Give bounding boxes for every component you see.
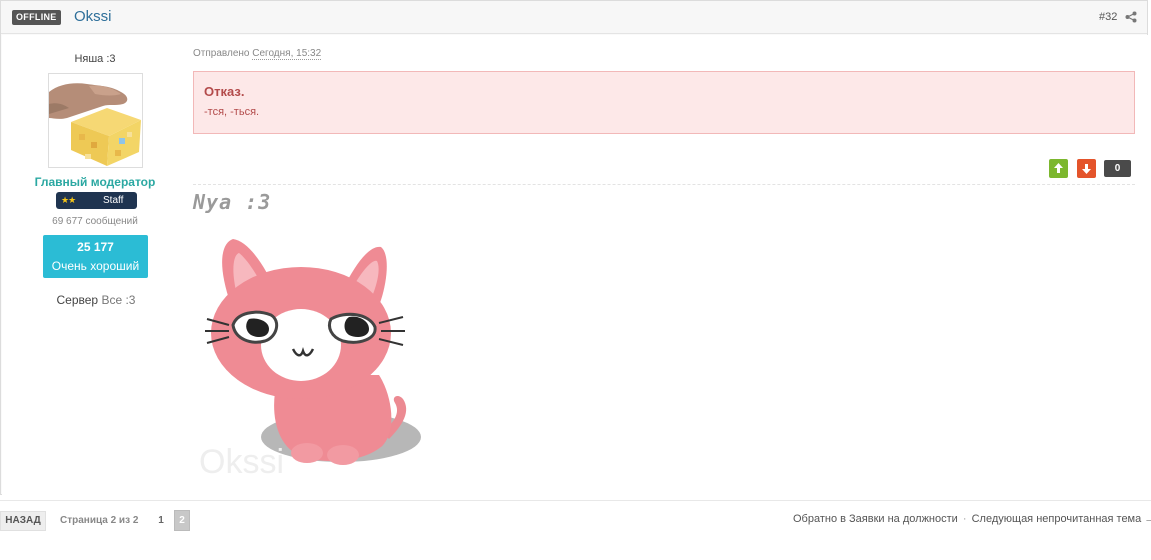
page-info: Страница 2 из 2 [60,515,139,526]
back-to-forum-link[interactable]: Обратно в Заявки на должности [793,513,958,525]
footer-separator: · [962,513,967,525]
server-value: Все :3 [101,293,136,307]
footer-links: Обратно в Заявки на должности · Следующа… [793,513,1151,525]
user-title: Няша :3 [74,53,116,65]
sent-line: Отправлено Сегодня, 15:32 [193,48,322,60]
messages-count: 69 677 сообщений [52,216,138,227]
post-content: Отправлено Сегодня, 15:32 Отказ. -тся, -… [193,35,1135,495]
status-badge: OFFLINE [12,10,61,25]
server-line: Сервер Все :3 [2,293,190,307]
reputation-label: Очень хороший [51,259,140,273]
vote-up-button[interactable] [1049,159,1068,178]
page-footer: НАЗАД Страница 2 из 2 1 2 Обратно в Заяв… [0,496,1151,560]
signature-text: Nya :3 [193,190,272,214]
page-current-2: 2 [174,510,190,531]
post-header: OFFLINE Okssi #32 [1,1,1147,34]
share-icon[interactable] [1125,11,1137,23]
user-role: Главный модератор [34,175,156,189]
avatar-hand-cake-icon [49,83,141,166]
vote-count: 0 [1104,160,1131,177]
reputation-box[interactable]: 25 177 Очень хороший [43,235,148,278]
footer-divider [0,500,1151,501]
reputation-value: 25 177 [77,240,114,254]
refusal-box: Отказ. -тся, -ться. [193,71,1135,134]
arrow-up-icon [1054,163,1063,173]
signature-divider [193,184,1135,185]
post: OFFLINE Okssi #32 Няша :3 Главный модера… [0,0,1148,495]
post-body: Няша :3 Главный модератор ★★ Staff 69 67… [2,35,1148,495]
avatar[interactable] [48,73,143,168]
author-link[interactable]: Okssi [74,8,112,26]
arrow-down-icon [1082,164,1091,174]
cat-illustration: Okssi [199,239,421,481]
staff-label: Staff [103,195,124,206]
next-unread-link[interactable]: Следующая непрочитанная тема → [972,513,1151,525]
refusal-title: Отказ. [204,84,245,99]
server-label: Сервер [56,293,99,307]
page-link-1[interactable]: 1 [154,511,168,531]
user-sidebar: Няша :3 Главный модератор ★★ Staff 69 67… [2,35,184,495]
vote-down-button[interactable] [1077,159,1096,178]
back-button[interactable]: НАЗАД [0,511,46,531]
signature-watermark: Okssi [199,443,284,481]
star-icon: ★★ [61,195,76,205]
staff-badge: ★★ Staff [56,192,137,209]
post-number-link[interactable]: #32 [1099,11,1117,24]
sent-label: Отправлено [193,48,250,59]
sent-time: Сегодня, 15:32 [252,48,322,60]
refusal-text: -тся, -ться. [204,106,260,118]
